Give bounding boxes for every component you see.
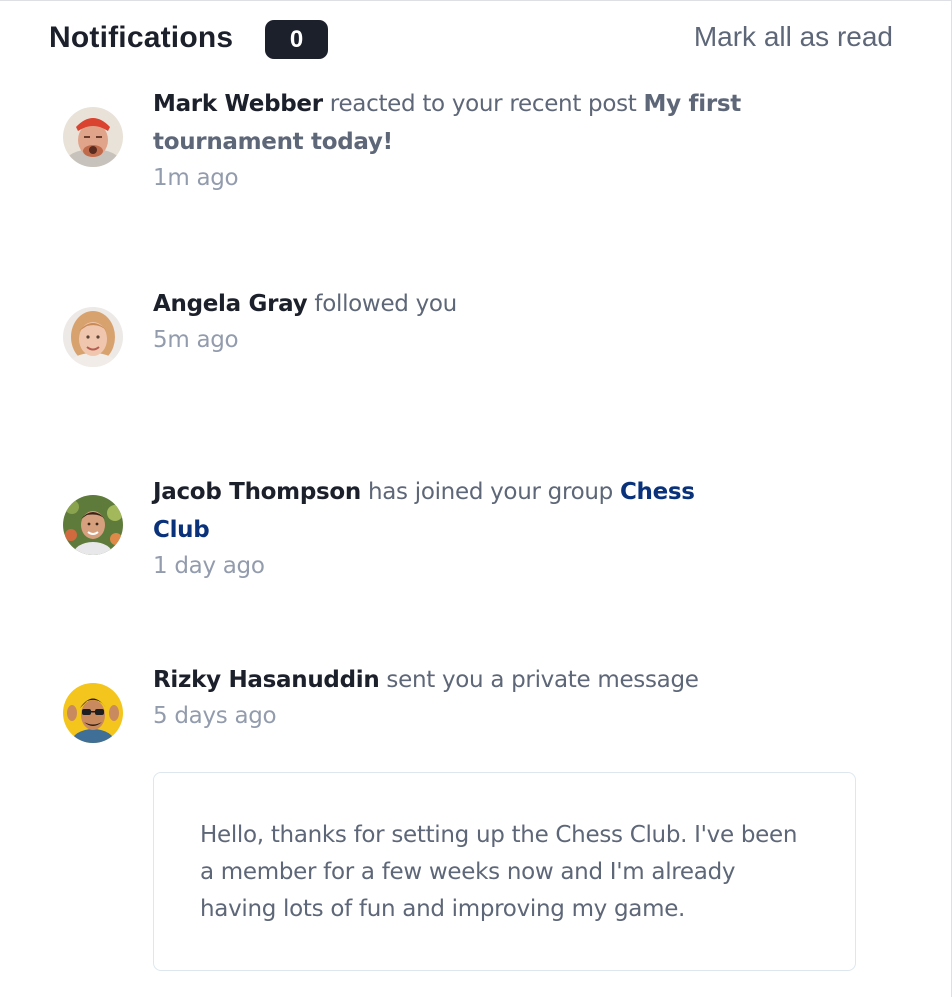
notification-time: 5 days ago <box>153 703 277 729</box>
notification-content: Rizky Hasanuddin sent you a private mess… <box>153 661 753 733</box>
user-name-link[interactable]: Jacob Thompson <box>153 479 361 505</box>
avatar-icon[interactable] <box>63 107 123 167</box>
notification-text: Jacob Thompson has joined your group Che… <box>153 473 753 549</box>
notification-content: Angela Gray followed you 5m ago <box>153 285 753 357</box>
notification-text: Rizky Hasanuddin sent you a private mess… <box>153 661 753 699</box>
unread-count-badge: 0 <box>265 20 328 59</box>
user-name-link[interactable]: Mark Webber <box>153 91 323 117</box>
mark-all-as-read-button[interactable]: Mark all as read <box>694 21 893 53</box>
notification-action: sent you a private message <box>386 667 699 693</box>
avatar-icon[interactable] <box>63 683 123 743</box>
user-name-link[interactable]: Angela Gray <box>153 291 308 317</box>
notification-text: Angela Gray followed you <box>153 285 753 323</box>
notification-action: has joined your group <box>367 479 613 505</box>
notification-action: followed you <box>314 291 457 317</box>
notification-time: 5m ago <box>153 327 239 353</box>
private-message-preview[interactable]: Hello, thanks for setting up the Chess C… <box>153 772 856 971</box>
user-name-link[interactable]: Rizky Hasanuddin <box>153 667 380 693</box>
notification-time: 1 day ago <box>153 553 265 579</box>
notification-content: Jacob Thompson has joined your group Che… <box>153 473 753 583</box>
notification-content: Mark Webber reacted to your recent post … <box>153 85 753 195</box>
notification-text: Mark Webber reacted to your recent post … <box>153 85 753 161</box>
notification-time: 1m ago <box>153 165 239 191</box>
page-title: Notifications <box>49 21 234 54</box>
notifications-header: Notifications 0 Mark all as read <box>49 19 893 61</box>
notifications-panel: Notifications 0 Mark all as read Mark We… <box>0 0 952 997</box>
notification-action: reacted to your recent post <box>329 91 637 117</box>
avatar-icon[interactable] <box>63 307 123 367</box>
avatar-icon[interactable] <box>63 495 123 555</box>
